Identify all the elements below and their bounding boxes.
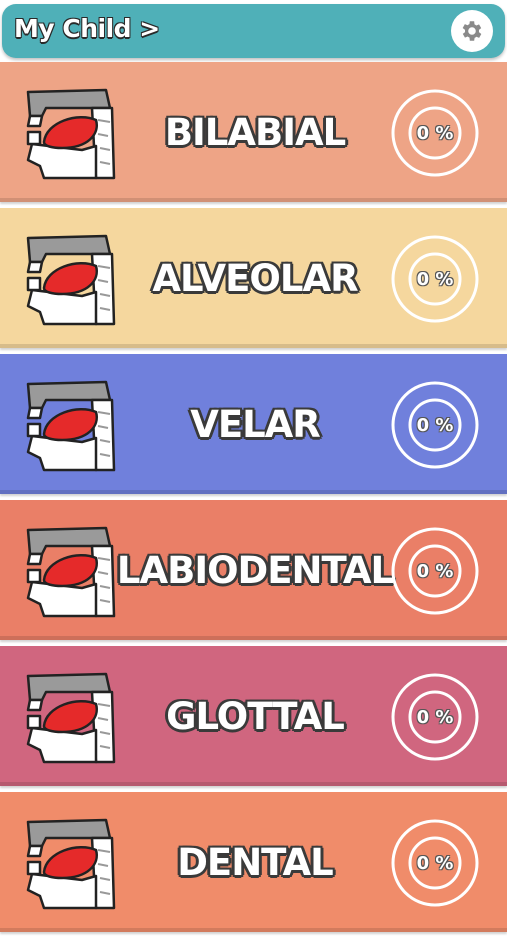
progress-percent: 0 % — [416, 268, 454, 290]
category-card-bilabial[interactable]: BILABIAL 0 % — [0, 62, 507, 202]
category-label: DENTAL — [177, 840, 334, 884]
category-label: GLOTTAL — [166, 694, 345, 738]
category-card-labiodental[interactable]: LABIODENTAL 0 % — [0, 500, 507, 640]
category-label: ALVEOLAR — [152, 256, 358, 300]
category-card-dental[interactable]: DENTAL 0 % — [0, 792, 507, 932]
progress-percent: 0 % — [416, 414, 454, 436]
progress-percent: 0 % — [416, 560, 454, 582]
progress-percent: 0 % — [416, 122, 454, 144]
progress-percent: 0 % — [416, 706, 454, 728]
category-card-velar[interactable]: VELAR 0 % — [0, 354, 507, 494]
category-label: LABIODENTAL — [116, 548, 394, 592]
mouth-profile-icon — [26, 88, 116, 180]
category-label: VELAR — [190, 402, 321, 446]
settings-button[interactable] — [451, 10, 493, 52]
child-profile-link[interactable]: My Child > — [14, 14, 160, 43]
category-list: BILABIAL 0 % ALVEOLAR 0 % VELAR 0 % LABI… — [0, 62, 507, 938]
category-card-alveolar[interactable]: ALVEOLAR 0 % — [0, 208, 507, 348]
mouth-profile-icon — [26, 234, 116, 326]
category-label: BILABIAL — [164, 110, 346, 154]
mouth-profile-icon — [26, 380, 116, 472]
progress-percent: 0 % — [416, 852, 454, 874]
category-card-glottal[interactable]: GLOTTAL 0 % — [0, 646, 507, 786]
header-bar: My Child > — [2, 4, 505, 58]
mouth-profile-icon — [26, 526, 116, 618]
mouth-profile-icon — [26, 672, 116, 764]
top-bar: My Child > — [0, 0, 507, 62]
gear-icon — [462, 21, 482, 41]
mouth-profile-icon — [26, 818, 116, 910]
